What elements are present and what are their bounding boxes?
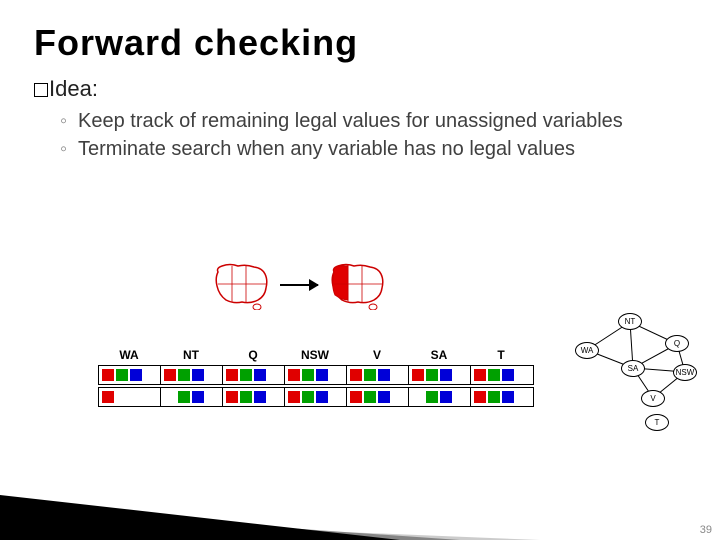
graph-node: T bbox=[645, 414, 669, 431]
table-header: WA NT Q NSW V SA T bbox=[98, 348, 534, 362]
col-label: Q bbox=[222, 348, 284, 362]
graph-node: SA bbox=[621, 360, 645, 377]
bullet-item: ◦Terminate search when any variable has … bbox=[60, 136, 720, 162]
bullet-text: Keep track of remaining legal values for… bbox=[78, 110, 623, 132]
arrow-icon bbox=[280, 284, 318, 286]
domain-table: WA NT Q NSW V SA T bbox=[98, 348, 534, 409]
graph-node: Q bbox=[665, 335, 689, 352]
idea-line: Idea: bbox=[0, 64, 720, 102]
col-label: NSW bbox=[284, 348, 346, 362]
col-label: V bbox=[346, 348, 408, 362]
idea-label: Idea: bbox=[49, 76, 98, 101]
bullet-item: ◦Keep track of remaining legal values fo… bbox=[60, 108, 720, 134]
table-row bbox=[98, 387, 534, 407]
table-row bbox=[98, 365, 534, 385]
graph-node: WA bbox=[575, 342, 599, 359]
slide-title: Forward checking bbox=[0, 0, 720, 64]
diamond-icon: ◦ bbox=[60, 136, 78, 162]
diamond-icon: ◦ bbox=[60, 108, 78, 134]
graph-node: NT bbox=[618, 313, 642, 330]
col-label: T bbox=[470, 348, 532, 362]
map-transition bbox=[210, 260, 388, 310]
page-number: 39 bbox=[700, 524, 712, 536]
col-label: SA bbox=[408, 348, 470, 362]
bullet-text: Terminate search when any variable has n… bbox=[78, 138, 575, 160]
graph-node: V bbox=[641, 390, 665, 407]
col-label: NT bbox=[160, 348, 222, 362]
australia-map-before bbox=[210, 260, 272, 310]
australia-map-after bbox=[326, 260, 388, 310]
col-label: WA bbox=[98, 348, 160, 362]
graph-node: NSW bbox=[673, 364, 697, 381]
bullet-list: ◦Keep track of remaining legal values fo… bbox=[0, 102, 720, 162]
checkbox-icon bbox=[34, 83, 48, 97]
slide-decoration bbox=[0, 450, 720, 540]
